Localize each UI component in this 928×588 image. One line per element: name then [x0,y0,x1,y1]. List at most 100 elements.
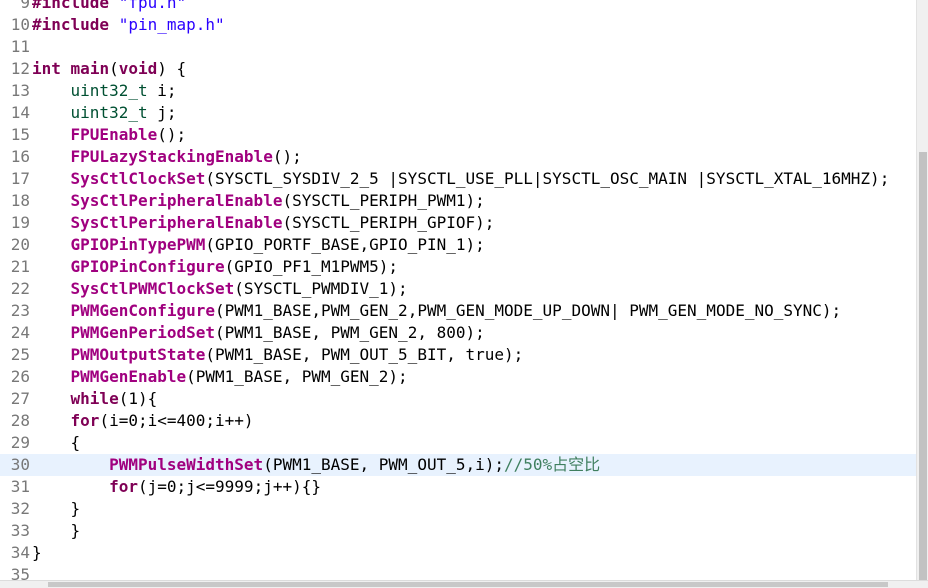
code-line[interactable]: 35 [0,564,916,580]
code-token: (SYSCTL_SYSDIV_2_5 |SYSCTL_USE_PLL|SYSCT… [205,169,890,188]
code-token: FPULazyStackingEnable [70,147,273,166]
code-line[interactable]: 21 GPIOPinConfigure(GPIO_PF1_M1PWM5); [0,256,916,278]
line-code: #include "pin_map.h" [32,14,225,36]
code-token: for [70,411,100,430]
code-line[interactable]: 9 #include "fpu.h" [0,0,916,14]
code-line[interactable]: 16 FPULazyStackingEnable(); [0,146,916,168]
code-token: uint32_t [70,103,148,122]
current-line[interactable]: 30 PWMPulseWidthSet(PWM1_BASE, PWM_OUT_5… [0,454,916,476]
line-code: } [32,520,81,542]
code-line[interactable]: 23 PWMGenConfigure(PWM1_BASE,PWM_GEN_2,P… [0,300,916,322]
line-number: 18 [10,191,30,210]
code-line[interactable]: 27 while(1){ [0,388,916,410]
code-line[interactable]: 18 SysCtlPeripheralEnable(SYSCTL_PERIPH_… [0,190,916,212]
line-code: } [32,498,81,520]
code-token: #include [32,15,119,34]
line-code: #include "fpu.h" [32,0,186,14]
line-code: { [32,432,81,454]
code-line[interactable]: 17 SysCtlClockSet(SYSCTL_SYSDIV_2_5 |SYS… [0,168,916,190]
line-number: 24 [10,323,30,342]
code-token: i; [147,81,177,100]
code-line[interactable]: 14 uint32_t j; [0,102,916,124]
line-code: uint32_t j; [32,102,177,124]
code-line[interactable]: 29 { [0,432,916,454]
code-token: SysCtlPWMClockSet [70,279,235,298]
code-line[interactable]: 19 SysCtlPeripheralEnable(SYSCTL_PERIPH_… [0,212,916,234]
code-line[interactable]: 34} [0,542,916,564]
code-line[interactable]: 12 int main(void) { [0,58,916,80]
code-token: (PWM1_BASE, PWM_OUT_5_BIT, true); [205,345,524,364]
code-line[interactable]: 26 PWMGenEnable(PWM1_BASE, PWM_GEN_2); [0,366,916,388]
code-token: FPUEnable [70,125,158,144]
line-number: 15 [10,125,30,144]
horizontal-scrollbar-thumb[interactable] [48,582,888,587]
code-line[interactable]: 11 [0,36,916,58]
code-token: SysCtlPeripheralEnable [70,213,283,232]
code-token: int [32,59,61,78]
code-line[interactable]: 33 } [0,520,916,542]
vertical-scrollbar[interactable] [916,0,928,580]
code-token: ( [109,59,119,78]
line-number: 30 [10,455,30,474]
code-token: PWMPulseWidthSet [109,455,264,474]
code-token: (PWM1_BASE, PWM_GEN_2); [186,367,408,386]
code-token: } [32,499,81,518]
code-editor[interactable]: 9 #include "fpu.h" 10 #include "pin_map.h" 1… [0,0,916,580]
code-token: { [32,433,81,452]
code-line[interactable]: 20 GPIOPinTypePWM(GPIO_PORTF_BASE,GPIO_P… [0,234,916,256]
code-token: while [70,389,119,408]
line-code: } [32,542,42,564]
code-token: } [32,543,42,562]
code-line[interactable]: 13 uint32_t i; [0,80,916,102]
code-line[interactable]: 25 PWMOutputState(PWM1_BASE, PWM_OUT_5_B… [0,344,916,366]
line-code: SysCtlPeripheralEnable(SYSCTL_PERIPH_PWM… [32,190,485,212]
code-line[interactable]: 28 for(i=0;i<=400;i++) [0,410,916,432]
code-token: } [32,521,81,540]
line-code: FPULazyStackingEnable(); [32,146,302,168]
line-code: SysCtlPWMClockSet(SYSCTL_PWMDIV_1); [32,278,408,300]
code-token: j; [147,103,177,122]
code-line[interactable]: 15 FPUEnable(); [0,124,916,146]
code-line[interactable]: 31 for(j=0;j<=9999;j++){} [0,476,916,498]
line-number: 21 [10,257,30,276]
line-number: 23 [10,301,30,320]
code-token: "pin_map.h" [118,15,225,34]
line-number: 35 [10,565,30,580]
code-line[interactable]: 24 PWMGenPeriodSet(PWM1_BASE, PWM_GEN_2,… [0,322,916,344]
line-code: int main(void) { [32,58,186,80]
line-number: 28 [10,411,30,430]
code-token: for [109,477,138,496]
code-line[interactable]: 32 } [0,498,916,520]
line-code: PWMGenEnable(PWM1_BASE, PWM_GEN_2); [32,366,408,388]
code-token: (GPIO_PORTF_BASE,GPIO_PIN_1); [205,235,485,254]
line-number: 29 [10,433,30,452]
line-number: 26 [10,367,30,386]
line-code: FPUEnable(); [32,124,187,146]
line-number: 19 [10,213,30,232]
code-token: (1){ [118,389,158,408]
code-line[interactable]: 10 #include "pin_map.h" [0,14,916,36]
code-token: main [70,59,110,78]
code-token: (SYSCTL_PERIPH_PWM1); [282,191,485,210]
line-code: PWMOutputState(PWM1_BASE, PWM_OUT_5_BIT,… [32,344,524,366]
code-token: (j=0;j<=9999;j++){} [137,477,321,496]
code-line[interactable]: 22 SysCtlPWMClockSet(SYSCTL_PWMDIV_1); [0,278,916,300]
code-token: //50%占空比 [504,455,601,474]
code-token: void [118,59,158,78]
line-code: PWMGenConfigure(PWM1_BASE,PWM_GEN_2,PWM_… [32,300,842,322]
vertical-scrollbar-thumb[interactable] [919,152,927,580]
line-number: 16 [10,147,30,166]
code-token: (); [157,125,187,144]
